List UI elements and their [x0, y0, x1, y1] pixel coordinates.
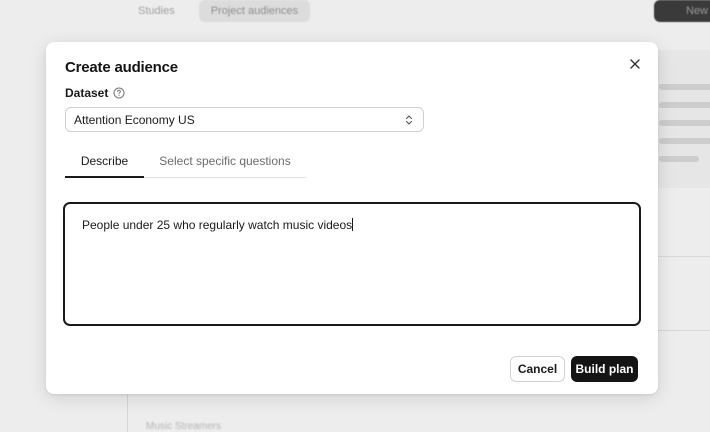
background-tab-project-audiences: Project audiences	[198, 0, 311, 22]
dataset-label-row: Dataset	[65, 86, 125, 100]
dataset-select-value: Attention Economy US	[74, 112, 195, 127]
dialog-title: Create audience	[65, 59, 178, 76]
close-button[interactable]	[627, 56, 643, 72]
tab-select-specific-questions[interactable]: Select specific questions	[144, 145, 306, 177]
background-section-label: Music Streamers	[146, 421, 222, 432]
tab-describe[interactable]: Describe	[65, 145, 144, 178]
background-tabs: Studies Project audiences	[126, 0, 311, 22]
text-caret	[352, 218, 354, 231]
audience-description-input[interactable]: People under 25 who regularly watch musi…	[63, 202, 641, 326]
close-icon	[630, 59, 640, 69]
create-audience-dialog: Create audience Dataset Attention Econom…	[46, 42, 658, 394]
background-tab-studies: Studies	[138, 5, 175, 17]
cancel-button[interactable]: Cancel	[510, 356, 565, 382]
background-new-button: New	[654, 0, 710, 22]
chevron-up-down-icon	[405, 115, 413, 125]
question-circle-icon[interactable]	[113, 87, 125, 99]
dataset-select[interactable]: Attention Economy US	[65, 107, 424, 132]
build-plan-button[interactable]: Build plan	[571, 356, 638, 382]
dataset-label: Dataset	[65, 86, 109, 100]
audience-description-text: People under 25 who regularly watch musi…	[82, 218, 353, 232]
input-mode-tabs: Describe Select specific questions	[65, 145, 306, 178]
